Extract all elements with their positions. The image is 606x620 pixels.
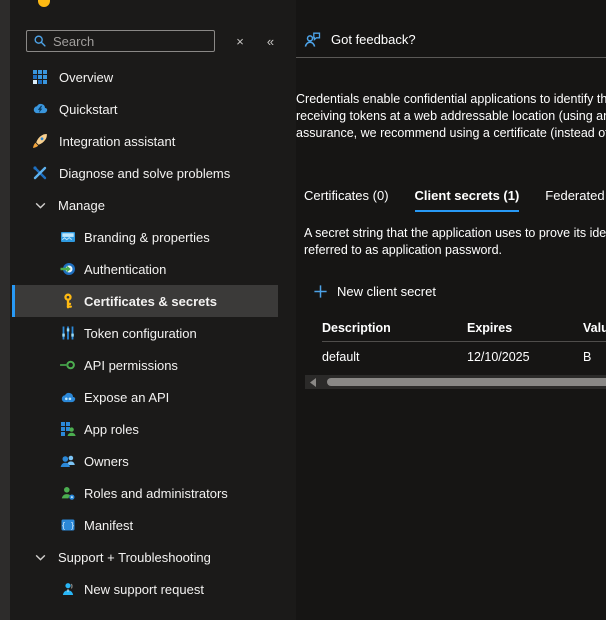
- sidebar-item-label: Certificates & secrets: [84, 294, 217, 309]
- sidebar-item-token-configuration[interactable]: Token configuration: [12, 317, 278, 349]
- sidebar-item-diagnose-and-solve-problems[interactable]: Diagnose and solve problems: [12, 157, 278, 189]
- sidebar-item-label: Overview: [59, 70, 113, 85]
- tab-bar: Certificates (0) Client secrets (1) Federa…: [304, 188, 606, 212]
- app-roles-icon: [60, 421, 76, 437]
- main-content: Got feedback? Credentials enable confide…: [296, 0, 606, 620]
- sidebar-item-overview[interactable]: Overview: [12, 61, 278, 93]
- branding-icon: [60, 229, 76, 245]
- sidebar-item-label: App roles: [84, 422, 139, 437]
- horizontal-scrollbar[interactable]: [305, 375, 606, 389]
- scrollbar-thumb[interactable]: [327, 378, 606, 386]
- app-window: × « Overview Quickstart Integration assist…: [0, 0, 606, 620]
- feedback-person-icon: [303, 30, 322, 49]
- secrets-table: DescriptionExpiresValue default12/10/202…: [322, 314, 606, 372]
- sidebar-item-authentication[interactable]: Authentication: [12, 253, 278, 285]
- owners-icon: [60, 453, 76, 469]
- sidebar-item-label: Diagnose and solve problems: [59, 166, 230, 181]
- scroll-left-arrow-icon[interactable]: [309, 378, 319, 387]
- sidebar-item-new-support-request[interactable]: New support request: [12, 573, 278, 605]
- tab-certificates-0[interactable]: Certificates (0): [304, 188, 389, 212]
- diagnose-icon: [32, 165, 48, 181]
- sidebar-item-label: API permissions: [84, 358, 178, 373]
- sidebar-item-manifest[interactable]: { } Manifest: [12, 509, 278, 541]
- sidebar-item-label: Branding & properties: [84, 230, 210, 245]
- chevron-down-icon: [34, 197, 47, 213]
- certificates-secrets-icon: [60, 293, 76, 309]
- tab-federated-credentials-0[interactable]: Federated credentials (0): [545, 188, 606, 212]
- got-feedback-label: Got feedback?: [331, 32, 416, 47]
- sidebar-item-label: Authentication: [84, 262, 166, 277]
- search-dismiss-icon[interactable]: ×: [232, 33, 248, 49]
- sidebar-item-api-permissions[interactable]: API permissions: [12, 349, 278, 381]
- tab-client-secrets-1[interactable]: Client secrets (1): [415, 188, 520, 212]
- sidebar-group-manage[interactable]: Manage: [12, 189, 278, 221]
- sidebar-group-support-troubleshooting[interactable]: Support + Troubleshooting: [12, 541, 278, 573]
- roles-administrators-icon: [60, 485, 76, 501]
- api-permissions-icon: [60, 357, 76, 373]
- cell-description: default: [322, 350, 467, 364]
- intro-line: assurance, we recommend using a certific…: [296, 125, 606, 142]
- sidebar-item-branding-properties[interactable]: Branding & properties: [12, 221, 278, 253]
- plus-icon: [313, 284, 328, 299]
- quickstart-icon: [32, 101, 48, 117]
- column-header-description: Description: [322, 321, 467, 335]
- manifest-icon: { }: [60, 517, 76, 533]
- svg-text:{ }: { }: [61, 521, 75, 530]
- table-body: default12/10/2025B: [322, 342, 606, 372]
- sidebar-item-certificates-secrets[interactable]: Certificates & secrets: [12, 285, 278, 317]
- intro-line: Credentials enable confidential applicat…: [296, 91, 606, 108]
- column-header-expires: Expires: [467, 321, 583, 335]
- sidebar-item-label: Expose an API: [84, 390, 169, 405]
- sidebar-item-label: Manifest: [84, 518, 133, 533]
- sidebar-item-roles-and-administrators[interactable]: Roles and administrators: [12, 477, 278, 509]
- sidebar-item-label: New support request: [84, 582, 204, 597]
- chevron-down-icon: [34, 549, 47, 565]
- page-title-key-icon: [38, 0, 50, 7]
- sidebar-item-label: Support + Troubleshooting: [58, 550, 211, 565]
- authentication-icon: [60, 261, 76, 277]
- secret-desc-line: referred to as application password.: [304, 242, 606, 259]
- new-support-request-icon: [60, 581, 76, 597]
- new-client-secret-button[interactable]: New client secret: [313, 281, 606, 301]
- new-client-secret-label: New client secret: [337, 284, 436, 299]
- sidebar: × « Overview Quickstart Integration assist…: [10, 0, 296, 620]
- secret-desc-line: A secret string that the application use…: [304, 225, 606, 242]
- search-input[interactable]: [53, 34, 208, 49]
- intro-line: receiving tokens at a web addressable lo…: [296, 108, 606, 125]
- sidebar-item-quickstart[interactable]: Quickstart: [12, 93, 278, 125]
- sidebar-item-label: Integration assistant: [59, 134, 175, 149]
- sidebar-item-expose-an-api[interactable]: Expose an API: [12, 381, 278, 413]
- overview-icon: [32, 69, 48, 85]
- token-configuration-icon: [60, 325, 76, 341]
- sidebar-item-label: Token configuration: [84, 326, 197, 341]
- header-divider: [296, 57, 606, 58]
- sidebar-item-integration-assistant[interactable]: Integration assistant: [12, 125, 278, 157]
- credentials-intro-text: Credentials enable confidential applicat…: [296, 91, 606, 142]
- cell-value: B: [583, 350, 606, 364]
- got-feedback-button[interactable]: Got feedback?: [303, 28, 606, 50]
- column-header-value: Value: [583, 321, 606, 335]
- integration-assistant-icon: [32, 133, 48, 149]
- sidebar-item-owners[interactable]: Owners: [12, 445, 278, 477]
- adjacent-panel-edge: [0, 0, 10, 620]
- sidebar-item-label: Manage: [58, 198, 105, 213]
- search-row: × «: [10, 30, 296, 52]
- sidebar-item-app-roles[interactable]: App roles: [12, 413, 278, 445]
- search-box[interactable]: [26, 30, 215, 52]
- table-row: default12/10/2025B: [322, 342, 606, 372]
- search-icon: [33, 34, 47, 48]
- table-header-row: DescriptionExpiresValue: [322, 314, 606, 342]
- sidebar-item-label: Roles and administrators: [84, 486, 228, 501]
- collapse-menu-icon[interactable]: «: [262, 33, 278, 49]
- cell-expires: 12/10/2025: [467, 350, 583, 364]
- client-secret-description: A secret string that the application use…: [304, 225, 606, 259]
- expose-api-icon: [60, 389, 76, 405]
- sidebar-item-label: Quickstart: [59, 102, 118, 117]
- sidebar-item-label: Owners: [84, 454, 129, 469]
- sidebar-menu: Overview Quickstart Integration assistant D…: [10, 61, 296, 605]
